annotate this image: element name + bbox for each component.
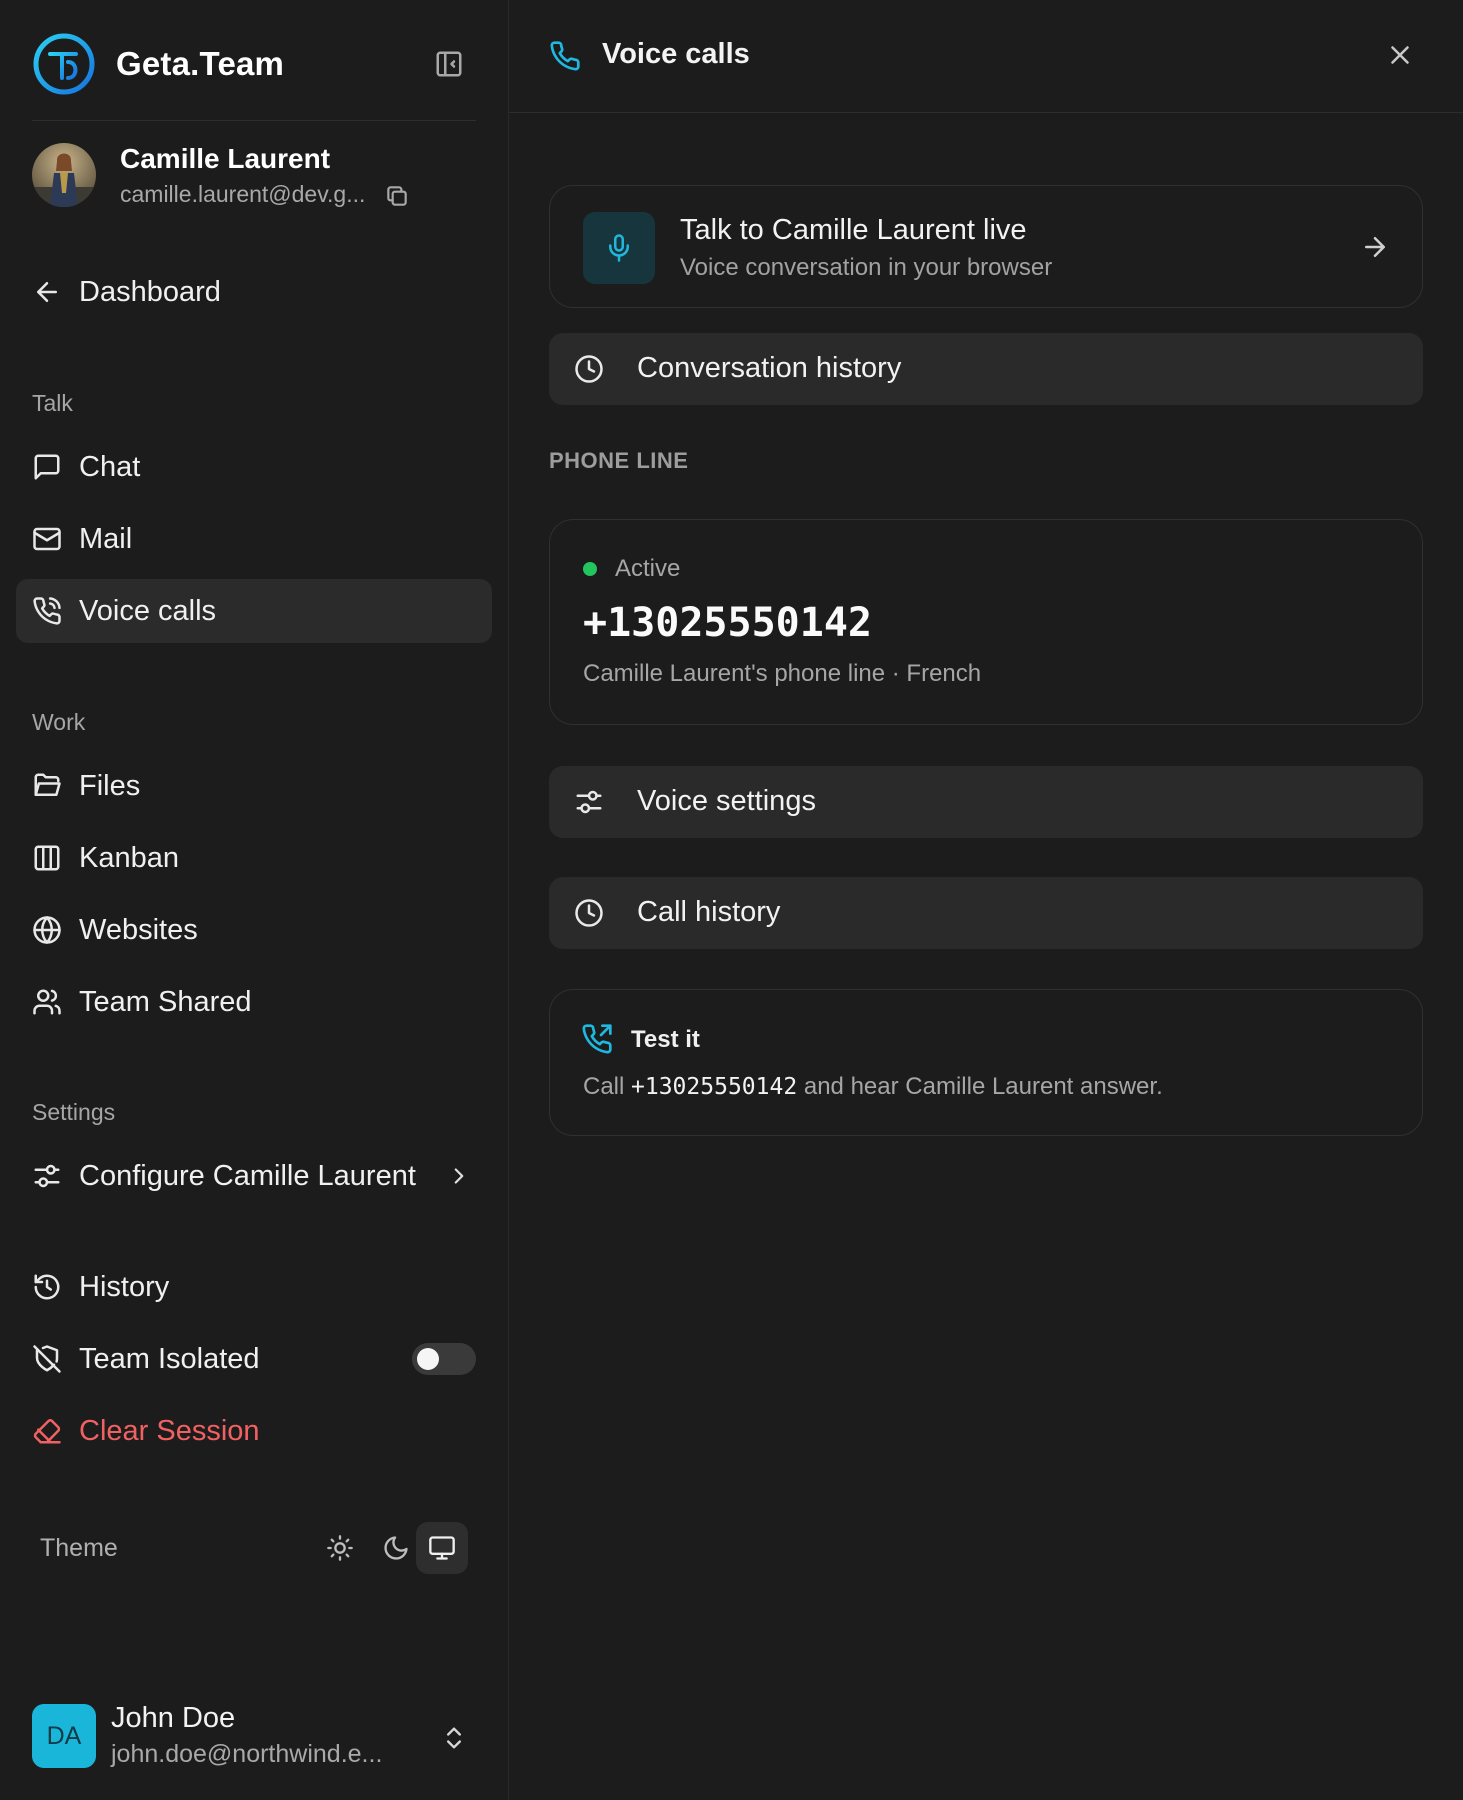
phone-number: +13025550142	[583, 600, 872, 646]
phone-line-description: Camille Laurent's phone line · French	[583, 660, 982, 687]
voice-settings-label: Voice settings	[637, 785, 816, 817]
status-badge: Active	[615, 555, 681, 582]
nav-team-shared-label: Team Shared	[79, 985, 252, 1018]
test-it-title: Test it	[631, 1026, 700, 1053]
monitor-icon	[429, 1536, 455, 1560]
phone-call-icon	[33, 597, 61, 625]
voice-calls-panel: Voice calls Talk to Camille Laurent live…	[509, 0, 1463, 1800]
mic-badge	[583, 212, 655, 284]
user-email: john.doe@northwind.e...	[111, 1740, 383, 1768]
globe-icon	[33, 916, 61, 944]
test-it-suffix: and hear Camille Laurent answer.	[797, 1073, 1163, 1100]
team-isolated-toggle[interactable]	[412, 1343, 476, 1375]
nav-dashboard-label: Dashboard	[79, 275, 221, 308]
arrow-left-icon	[37, 282, 57, 302]
moon-icon	[384, 1536, 408, 1560]
clock-icon	[575, 899, 603, 927]
call-history-label: Call history	[637, 896, 781, 928]
panel-header: Voice calls	[509, 0, 1463, 113]
nav-team-shared[interactable]: Team Shared	[16, 970, 492, 1034]
chevrons-up-down-icon[interactable]	[440, 1722, 468, 1754]
history-icon	[34, 1274, 60, 1300]
nav-clear-session[interactable]: Clear Session	[16, 1399, 492, 1463]
nav-team-isolated-label: Team Isolated	[79, 1342, 260, 1375]
agent-card: Camille Laurent camille.laurent@dev.g...	[32, 143, 476, 209]
conversation-history-label: Conversation history	[637, 352, 902, 384]
copy-icon[interactable]	[384, 183, 410, 209]
folder-icon	[34, 773, 61, 796]
sliders-icon	[34, 1164, 60, 1188]
phone-outgoing-icon	[582, 1024, 612, 1054]
eraser-icon	[33, 1419, 61, 1444]
chat-icon	[34, 454, 60, 480]
brand-name: Geta.Team	[116, 45, 285, 82]
talk-live-subtitle: Voice conversation in your browser	[680, 254, 1053, 281]
test-it-description: Call +13025550142 and hear Camille Laure…	[583, 1073, 1163, 1101]
section-work: Work	[32, 709, 86, 735]
theme-switcher: Theme	[40, 1520, 476, 1576]
nav-kanban-label: Kanban	[79, 841, 179, 874]
nav-configure-agent-label: Configure Camille Laurent	[79, 1159, 416, 1192]
nav-mail[interactable]: Mail	[16, 507, 492, 571]
nav-voice-calls[interactable]: Voice calls	[16, 579, 492, 643]
brand-header: Geta.Team	[32, 32, 476, 96]
test-it-card: Test it Call +13025550142 and hear Camil…	[549, 989, 1423, 1136]
nav-configure-agent[interactable]: Configure Camille Laurent	[16, 1144, 492, 1208]
voice-settings-button[interactable]: Voice settings	[549, 766, 1423, 838]
phone-line-heading: PHONE LINE	[549, 448, 689, 473]
nav-chat-label: Chat	[79, 450, 141, 483]
users-icon	[33, 989, 61, 1015]
nav-voice-calls-label: Voice calls	[79, 594, 217, 627]
panel-title: Voice calls	[602, 38, 750, 70]
test-it-number: +13025550142	[631, 1074, 798, 1100]
nav-history[interactable]: History	[16, 1255, 492, 1319]
call-history-button[interactable]: Call history	[549, 877, 1423, 949]
nav-files-label: Files	[79, 769, 141, 802]
clock-icon	[575, 355, 603, 383]
toggle-knob	[417, 1348, 439, 1370]
brand-divider	[32, 120, 476, 121]
sun-icon	[327, 1535, 353, 1561]
theme-system-button[interactable]	[416, 1522, 468, 1574]
section-settings: Settings	[32, 1099, 116, 1125]
chevron-right-icon	[454, 1168, 464, 1184]
geta-logo-icon	[33, 33, 95, 95]
talk-live-title: Talk to Camille Laurent live	[680, 214, 1027, 246]
nav-dashboard[interactable]: Dashboard	[16, 260, 492, 324]
phone-line-card: Active +13025550142 Camille Laurent's ph…	[549, 519, 1423, 725]
status-dot	[583, 562, 597, 576]
nav-websites-label: Websites	[79, 913, 198, 946]
theme-dark-button[interactable]	[370, 1522, 422, 1574]
mail-icon	[33, 527, 61, 551]
user-account[interactable]: DA John Doe john.doe@northwind.e...	[32, 1702, 476, 1772]
agent-email: camille.laurent@dev.g...	[120, 181, 366, 207]
sidebar: Geta.Team Camille Laurent camille.lauren…	[0, 0, 509, 1800]
section-talk: Talk	[32, 390, 73, 416]
shield-off-icon	[33, 1345, 61, 1373]
arrow-right-icon	[1365, 237, 1385, 257]
test-it-prefix: Call	[583, 1073, 632, 1100]
close-icon[interactable]	[1385, 40, 1415, 70]
kanban-icon	[34, 845, 60, 871]
nav-websites[interactable]: Websites	[16, 898, 492, 962]
microphone-icon	[609, 234, 629, 262]
nav-history-label: History	[79, 1270, 170, 1303]
sliders-icon	[576, 790, 602, 814]
conversation-history-button[interactable]: Conversation history	[549, 333, 1423, 405]
user-name: John Doe	[111, 1702, 236, 1734]
talk-live-card[interactable]: Talk to Camille Laurent live Voice conve…	[549, 185, 1423, 308]
user-avatar: DA	[32, 1704, 96, 1768]
agent-avatar	[32, 143, 96, 207]
nav-mail-label: Mail	[79, 522, 133, 555]
sidebar-collapse-icon[interactable]	[434, 49, 464, 79]
nav-kanban[interactable]: Kanban	[16, 826, 492, 890]
nav-chat[interactable]: Chat	[16, 435, 492, 499]
theme-label: Theme	[40, 1534, 118, 1562]
phone-icon	[550, 41, 580, 71]
theme-light-button[interactable]	[314, 1522, 366, 1574]
nav-files[interactable]: Files	[16, 754, 492, 818]
nav-clear-session-label: Clear Session	[79, 1414, 260, 1447]
agent-name: Camille Laurent	[120, 143, 331, 174]
